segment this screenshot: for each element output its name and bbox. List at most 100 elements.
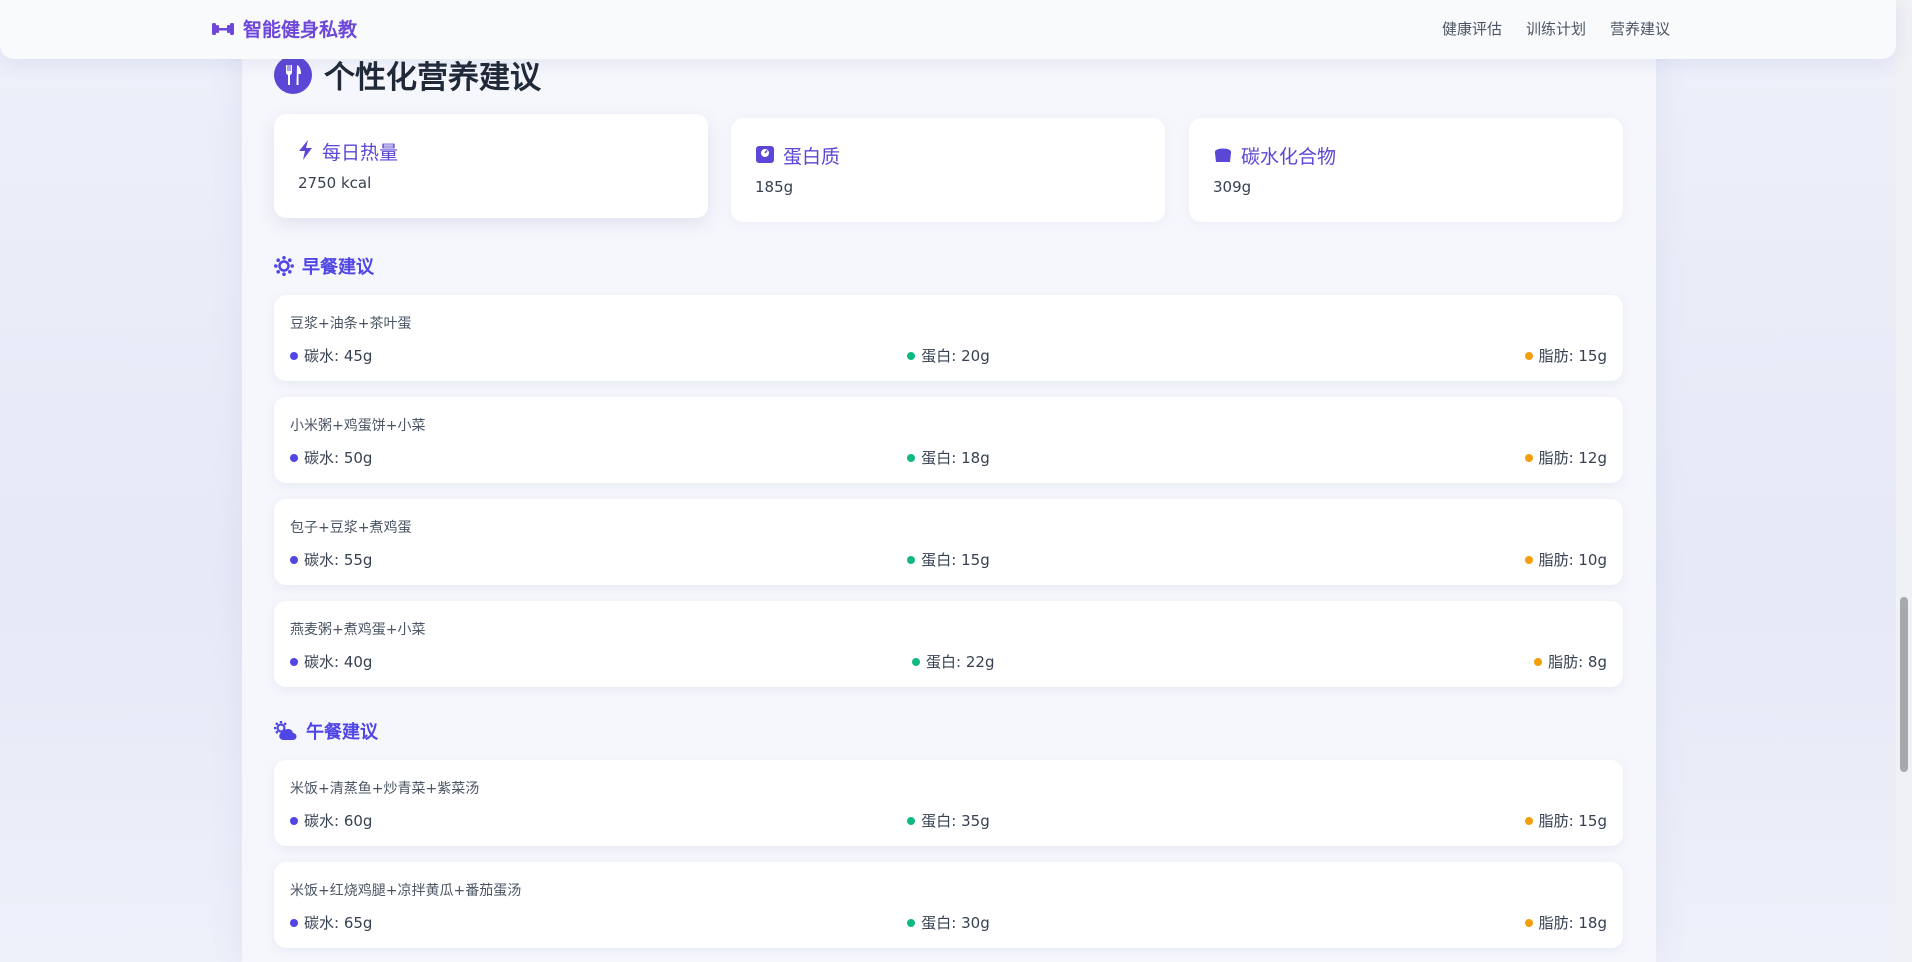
fat-value: 脂肪: 10g [1538,551,1607,569]
stat-card-protein: 蛋白质 185g [731,118,1165,222]
macro-protein: 蛋白: 20g [907,345,990,366]
fat-value: 脂肪: 12g [1538,449,1607,467]
macro-protein: 蛋白: 30g [907,912,990,933]
fat-dot [1524,918,1533,927]
protein-value: 蛋白: 20g [921,347,990,365]
protein-dot [907,453,916,462]
nav-training-plan[interactable]: 训练计划 [1526,18,1586,39]
macro-protein: 蛋白: 15g [907,549,990,570]
carb-value: 碳水: 40g [304,653,373,671]
macro-protein: 蛋白: 22g [912,651,994,672]
scrollbar-thumb[interactable] [1900,597,1908,772]
stat-label: 碳水化合物 [1241,146,1337,168]
macros: 碳水: 50g 蛋白: 18g 脂肪: 12g [290,447,1607,468]
carb-value: 碳水: 60g [304,812,373,830]
carb-value: 碳水: 65g [304,914,373,932]
carb-value: 碳水: 50g [304,449,373,467]
bolt-icon [298,139,314,164]
fat-dot [1524,453,1533,462]
main-nav: 健康评估 训练计划 营养建议 [1442,18,1670,39]
macro-carb: 碳水: 50g [290,447,372,468]
breakfast-heading: 早餐建议 [274,253,374,279]
macro-protein: 蛋白: 18g [907,447,990,468]
meal-name: 燕麦粥+煮鸡蛋+小菜 [290,622,426,638]
stat-header: 每日热量 [298,138,398,165]
stat-value: 2750 kcal [298,174,372,192]
meal-card[interactable]: 燕麦粥+煮鸡蛋+小菜 碳水: 40g 蛋白: 22g 脂肪: 8g [274,601,1623,687]
macro-fat: 脂肪: 8g [1534,651,1607,672]
carb-value: 碳水: 45g [304,347,373,365]
meal-card[interactable]: 米饭+清蒸鱼+炒青菜+紫菜汤 碳水: 60g 蛋白: 35g 脂肪: 15g [274,760,1623,846]
meal-name: 米饭+红烧鸡腿+凉拌黄瓜+番茄蛋汤 [290,883,522,899]
macro-fat: 脂肪: 10g [1524,549,1607,570]
protein-dot [907,816,916,825]
protein-value: 蛋白: 35g [921,812,990,830]
nav-nutrition[interactable]: 营养建议 [1610,18,1670,39]
breakfast-title: 早餐建议 [302,257,374,278]
page-scrollbar[interactable] [1896,0,1912,962]
lunch-title: 午餐建议 [306,722,378,743]
brand[interactable]: 智能健身私教 [211,15,357,42]
bread-icon [1213,145,1233,167]
protein-value: 蛋白: 18g [921,449,990,467]
carb-dot [290,816,298,825]
meal-card[interactable]: 豆浆+油条+茶叶蛋 碳水: 45g 蛋白: 20g 脂肪: 15g [274,295,1623,381]
macro-carb: 碳水: 60g [290,810,372,831]
macro-fat: 脂肪: 15g [1524,810,1607,831]
stat-label: 蛋白质 [783,146,841,168]
protein-value: 蛋白: 22g [926,653,995,671]
fat-dot [1534,657,1543,666]
macro-fat: 脂肪: 18g [1524,912,1607,933]
carb-dot [290,351,298,360]
meal-card[interactable]: 米饭+红烧鸡腿+凉拌黄瓜+番茄蛋汤 碳水: 65g 蛋白: 30g 脂肪: 18… [274,862,1623,948]
meal-card[interactable]: 小米粥+鸡蛋饼+小菜 碳水: 50g 蛋白: 18g 脂肪: 12g [274,397,1623,483]
meal-name: 豆浆+油条+茶叶蛋 [290,316,412,332]
macros: 碳水: 60g 蛋白: 35g 脂肪: 15g [290,810,1607,831]
stat-header: 碳水化合物 [1213,142,1336,169]
meal-name: 米饭+清蒸鱼+炒青菜+紫菜汤 [290,781,480,797]
protein-dot [912,657,921,666]
macro-fat: 脂肪: 15g [1524,345,1607,366]
protein-dot [907,918,916,927]
brand-name: 智能健身私教 [243,19,358,41]
stat-value: 309g [1213,178,1252,196]
macro-carb: 碳水: 55g [290,549,372,570]
protein-dot [907,351,916,360]
weight-scale-icon [755,144,775,168]
carb-value: 碳水: 55g [304,551,373,569]
carb-dot [290,453,298,462]
macros: 碳水: 55g 蛋白: 15g 脂肪: 10g [290,549,1607,570]
dumbbell-icon [211,17,235,41]
nav-health-assessment[interactable]: 健康评估 [1442,18,1502,39]
lunch-heading: 午餐建议 [274,718,378,744]
fat-dot [1524,555,1533,564]
fat-value: 脂肪: 8g [1548,653,1607,671]
macro-fat: 脂肪: 12g [1524,447,1607,468]
fat-value: 脂肪: 18g [1538,914,1607,932]
meal-name: 包子+豆浆+煮鸡蛋 [290,520,412,536]
carb-dot [290,555,298,564]
stat-value: 185g [755,178,794,196]
macro-carb: 碳水: 40g [290,651,372,672]
protein-dot [907,555,916,564]
cloud-sun-icon [274,721,298,741]
macro-protein: 蛋白: 35g [907,810,990,831]
sun-icon [274,256,294,276]
fat-value: 脂肪: 15g [1538,347,1607,365]
macro-carb: 碳水: 65g [290,912,372,933]
fat-value: 脂肪: 15g [1538,812,1607,830]
stat-card-carbs: 碳水化合物 309g [1189,118,1623,222]
stat-header: 蛋白质 [755,142,840,169]
macros: 碳水: 40g 蛋白: 22g 脂肪: 8g [290,651,1607,672]
protein-value: 蛋白: 15g [921,551,990,569]
fat-dot [1524,816,1533,825]
carb-dot [290,918,298,927]
macros: 碳水: 65g 蛋白: 30g 脂肪: 18g [290,912,1607,933]
macros: 碳水: 45g 蛋白: 20g 脂肪: 15g [290,345,1607,366]
meal-card[interactable]: 包子+豆浆+煮鸡蛋 碳水: 55g 蛋白: 15g 脂肪: 10g [274,499,1623,585]
stat-card-calories: 每日热量 2750 kcal [274,114,708,218]
macro-carb: 碳水: 45g [290,345,372,366]
protein-value: 蛋白: 30g [921,914,990,932]
top-navbar: 智能健身私教 健康评估 训练计划 营养建议 [0,0,1896,59]
meal-name: 小米粥+鸡蛋饼+小菜 [290,418,426,434]
